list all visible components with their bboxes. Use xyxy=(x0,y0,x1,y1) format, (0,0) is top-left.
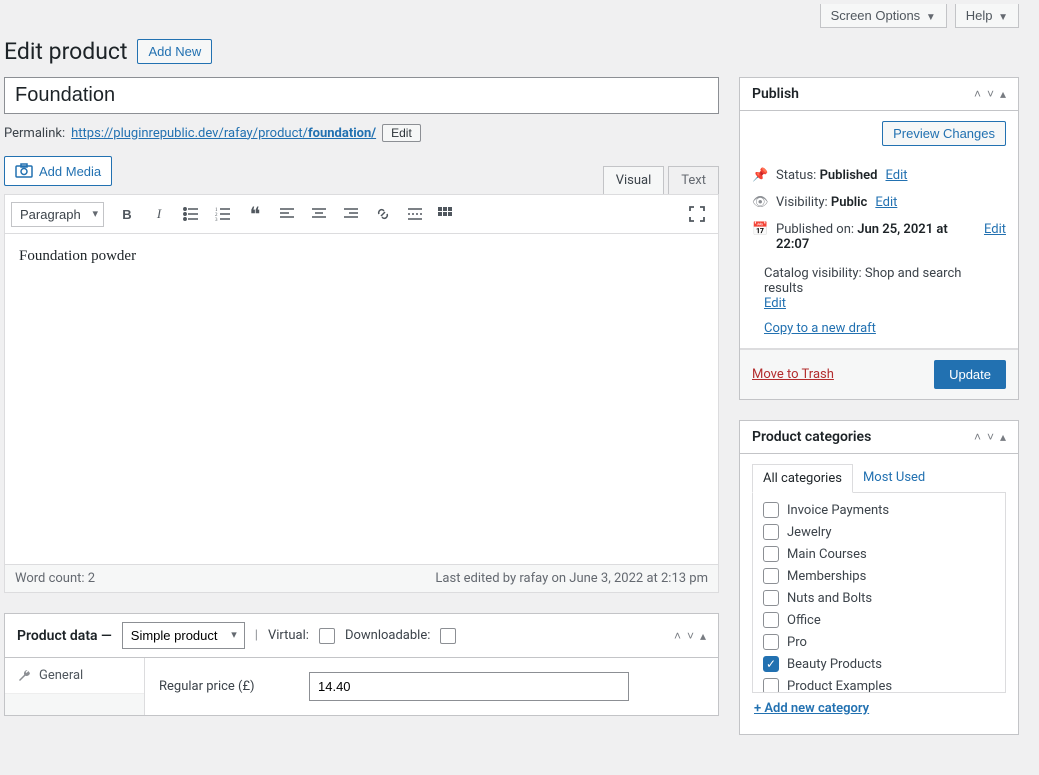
link-button[interactable] xyxy=(368,199,398,229)
edit-status-link[interactable]: Edit xyxy=(885,168,907,183)
move-to-trash-link[interactable]: Move to Trash xyxy=(752,367,834,382)
category-label: Office xyxy=(787,613,821,628)
tab-text[interactable]: Text xyxy=(668,166,719,194)
category-list: Invoice Payments Jewelry Main Courses Membe… xyxy=(752,493,1006,693)
category-checkbox[interactable] xyxy=(763,634,779,650)
category-item[interactable]: Pro xyxy=(753,631,1005,653)
categories-title: Product categories xyxy=(752,429,871,445)
screen-options-tab[interactable]: Screen Options ▼ xyxy=(820,4,947,28)
edit-catalog-link[interactable]: Edit xyxy=(764,296,786,311)
ordered-list-button[interactable]: 123 xyxy=(208,199,238,229)
category-label: Main Courses xyxy=(787,547,867,562)
chevron-down-icon[interactable]: ˅ xyxy=(987,430,994,444)
product-data-title: Product data — xyxy=(17,628,112,644)
category-item[interactable]: Beauty Products xyxy=(753,653,1005,675)
triangle-up-icon[interactable]: ▴ xyxy=(1000,430,1006,444)
category-item[interactable]: Office xyxy=(753,609,1005,631)
page-title: Edit product xyxy=(4,38,127,65)
permalink-label: Permalink: xyxy=(4,126,65,141)
category-checkbox[interactable] xyxy=(763,590,779,606)
downloadable-checkbox[interactable] xyxy=(440,628,456,644)
word-count: Word count: 2 xyxy=(15,571,95,586)
eye-icon: 👁 xyxy=(752,195,768,210)
add-media-button[interactable]: Add Media xyxy=(4,156,112,186)
permalink-edit-button[interactable]: Edit xyxy=(382,124,421,142)
chevron-down-icon: ▼ xyxy=(998,12,1008,23)
format-select[interactable]: Paragraph xyxy=(11,202,104,227)
pin-icon: 📌 xyxy=(752,168,768,183)
category-checkbox[interactable] xyxy=(763,524,779,540)
add-new-button[interactable]: Add New xyxy=(137,39,212,64)
category-item[interactable]: Nuts and Bolts xyxy=(753,587,1005,609)
category-checkbox[interactable] xyxy=(763,568,779,584)
tab-most-used[interactable]: Most Used xyxy=(853,464,935,492)
chevron-down-icon[interactable]: ˅ xyxy=(987,87,994,101)
category-checkbox[interactable] xyxy=(763,656,779,672)
svg-text:3: 3 xyxy=(215,218,218,221)
chevron-up-icon[interactable]: ˄ xyxy=(674,629,681,643)
add-new-category-link[interactable]: + Add new category xyxy=(754,701,869,716)
category-checkbox[interactable] xyxy=(763,546,779,562)
calendar-icon: 📅 xyxy=(752,222,768,237)
fullscreen-button[interactable] xyxy=(682,199,712,229)
virtual-label: Virtual: xyxy=(268,628,309,643)
quote-button[interactable]: ❝ xyxy=(240,199,270,229)
category-label: Pro xyxy=(787,635,807,650)
category-label: Memberships xyxy=(787,569,866,584)
permalink-link[interactable]: https://pluginrepublic.dev/rafay/product… xyxy=(71,126,376,141)
category-label: Jewelry xyxy=(787,525,832,540)
triangle-up-icon[interactable]: ▴ xyxy=(1000,87,1006,101)
category-label: Beauty Products xyxy=(787,657,882,672)
category-label: Invoice Payments xyxy=(787,503,889,518)
wrench-icon xyxy=(17,669,31,683)
help-label: Help xyxy=(966,8,993,23)
read-more-button[interactable] xyxy=(400,199,430,229)
chevron-up-icon[interactable]: ˄ xyxy=(974,87,981,101)
toolbar-toggle-button[interactable] xyxy=(432,199,462,229)
preview-changes-button[interactable]: Preview Changes xyxy=(882,121,1006,146)
editor-content[interactable]: Foundation powder xyxy=(5,234,718,564)
copy-draft-link[interactable]: Copy to a new draft xyxy=(764,321,876,336)
category-item[interactable]: Memberships xyxy=(753,565,1005,587)
category-label: Product Examples xyxy=(787,679,892,694)
category-item[interactable]: Jewelry xyxy=(753,521,1005,543)
camera-icon xyxy=(15,163,33,179)
add-media-label: Add Media xyxy=(39,164,101,179)
screen-options-label: Screen Options xyxy=(831,8,921,23)
chevron-down-icon: ▼ xyxy=(926,12,936,23)
edit-date-link[interactable]: Edit xyxy=(984,222,1006,237)
help-tab[interactable]: Help ▼ xyxy=(955,4,1019,28)
publish-title: Publish xyxy=(752,86,799,102)
tab-visual[interactable]: Visual xyxy=(603,166,665,194)
align-center-button[interactable] xyxy=(304,199,334,229)
align-left-button[interactable] xyxy=(272,199,302,229)
bullet-list-button[interactable] xyxy=(176,199,206,229)
product-title-input[interactable] xyxy=(4,77,719,114)
update-button[interactable]: Update xyxy=(934,360,1006,389)
regular-price-input[interactable] xyxy=(309,672,629,701)
italic-button[interactable]: I xyxy=(144,199,174,229)
category-checkbox[interactable] xyxy=(763,678,779,693)
category-item[interactable]: Product Examples xyxy=(753,675,1005,693)
chevron-up-icon[interactable]: ˄ xyxy=(974,430,981,444)
virtual-checkbox[interactable] xyxy=(319,628,335,644)
triangle-up-icon[interactable]: ▴ xyxy=(700,629,706,643)
tab-all-categories[interactable]: All categories xyxy=(752,464,853,493)
category-checkbox[interactable] xyxy=(763,502,779,518)
category-item[interactable]: Invoice Payments xyxy=(753,499,1005,521)
tab-general[interactable]: General xyxy=(5,658,144,694)
category-label: Nuts and Bolts xyxy=(787,591,872,606)
edit-visibility-link[interactable]: Edit xyxy=(875,195,897,210)
align-right-button[interactable] xyxy=(336,199,366,229)
downloadable-label: Downloadable: xyxy=(345,628,430,643)
bold-button[interactable]: B xyxy=(112,199,142,229)
category-checkbox[interactable] xyxy=(763,612,779,628)
category-item[interactable]: Main Courses xyxy=(753,543,1005,565)
chevron-down-icon[interactable]: ˅ xyxy=(687,629,694,643)
regular-price-label: Regular price (£) xyxy=(159,679,299,694)
last-edited: Last edited by rafay on June 3, 2022 at … xyxy=(435,571,708,586)
product-type-select[interactable]: Simple product xyxy=(122,622,245,649)
